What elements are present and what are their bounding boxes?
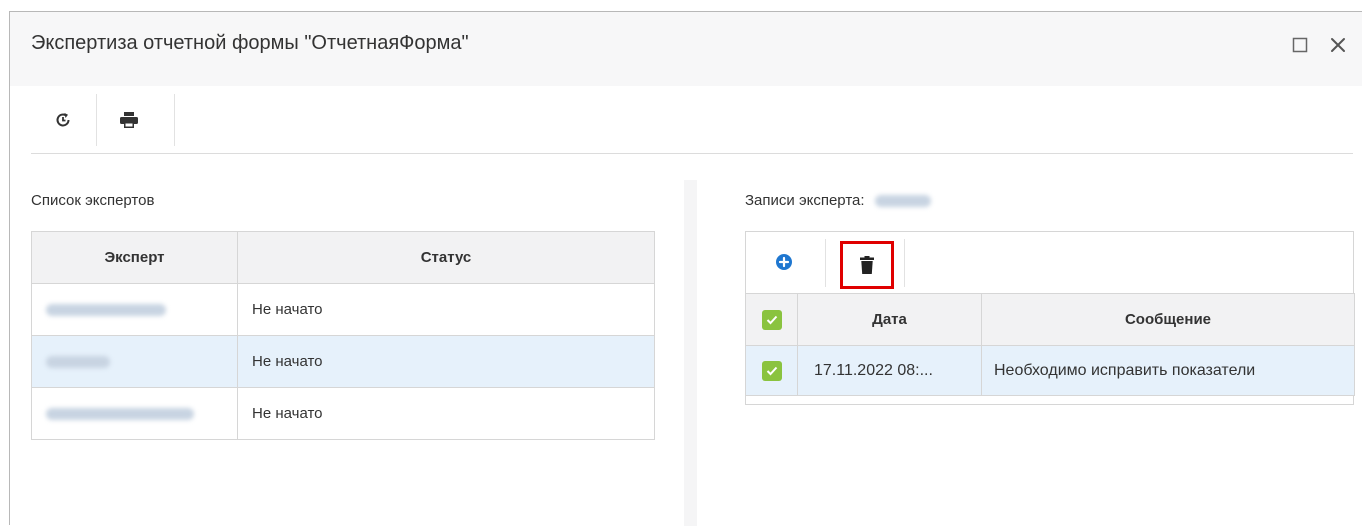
redacted-name [874,195,931,208]
experts-table: Эксперт Статус Не начато Не начато Не на… [31,231,655,440]
status-cell: Не начато [237,387,655,440]
table-row-selected[interactable]: Не начато [31,335,655,388]
records-title-label: Записи эксперта: [745,192,865,209]
records-table: Дата Сообщение 17.11.2022 08:... Необход… [745,293,1355,396]
column-header-message[interactable]: Сообщение [981,293,1355,346]
redacted-name [46,356,110,369]
table-row[interactable]: 17.11.2022 08:... Необходимо исправить п… [745,345,1355,396]
column-header-status[interactable]: Статус [237,231,655,284]
status-cell: Не начато [237,335,655,388]
panel-splitter[interactable] [684,180,697,526]
print-icon [120,112,138,128]
toolbar-separator [825,239,826,287]
toolbar-separator [904,239,905,287]
table-header-row: Дата Сообщение [745,293,1355,346]
message-cell: Необходимо исправить показатели [981,345,1355,396]
table-row[interactable]: Не начато [31,283,655,336]
refresh-button[interactable] [31,94,95,146]
row-checkbox-cell [745,345,798,396]
titlebar: Экспертиза отчетной формы "ОтчетнаяФорма… [10,12,1362,86]
experts-list-title: Список экспертов [31,192,155,209]
refresh-icon [56,113,70,127]
status-cell: Не начато [237,283,655,336]
delete-record-button[interactable] [840,241,894,289]
expert-records-title: Записи эксперта: [745,192,931,209]
trash-icon [860,256,874,274]
close-icon [1331,38,1345,52]
records-toolbar [746,232,1353,293]
table-header-row: Эксперт Статус [31,231,655,284]
checkmark-icon [766,366,777,375]
redacted-name [46,408,194,421]
toolbar-separator [174,94,175,146]
table-row[interactable]: Не начато [31,387,655,440]
maximize-button[interactable] [1289,34,1311,56]
expert-name-cell [31,387,238,440]
redacted-name [46,304,166,317]
row-checkbox[interactable] [761,360,782,381]
maximize-icon [1292,37,1308,53]
select-all-checkbox[interactable] [761,309,782,330]
print-button[interactable] [97,94,161,146]
add-circle-icon [776,254,792,270]
date-cell: 17.11.2022 08:... [797,345,982,396]
add-record-button[interactable] [754,239,814,285]
dialog-window: Экспертиза отчетной формы "ОтчетнаяФорма… [9,11,1362,526]
expert-name-cell [31,335,238,388]
records-panel: Дата Сообщение 17.11.2022 08:... Необход… [745,231,1355,405]
expert-name-cell [31,283,238,336]
window-title: Экспертиза отчетной формы "ОтчетнаяФорма… [31,32,469,54]
close-button[interactable] [1327,34,1349,56]
select-all-cell [745,293,798,346]
checkmark-icon [766,315,777,324]
column-header-expert[interactable]: Эксперт [31,231,238,284]
column-header-date[interactable]: Дата [797,293,982,346]
main-toolbar [31,94,1353,154]
